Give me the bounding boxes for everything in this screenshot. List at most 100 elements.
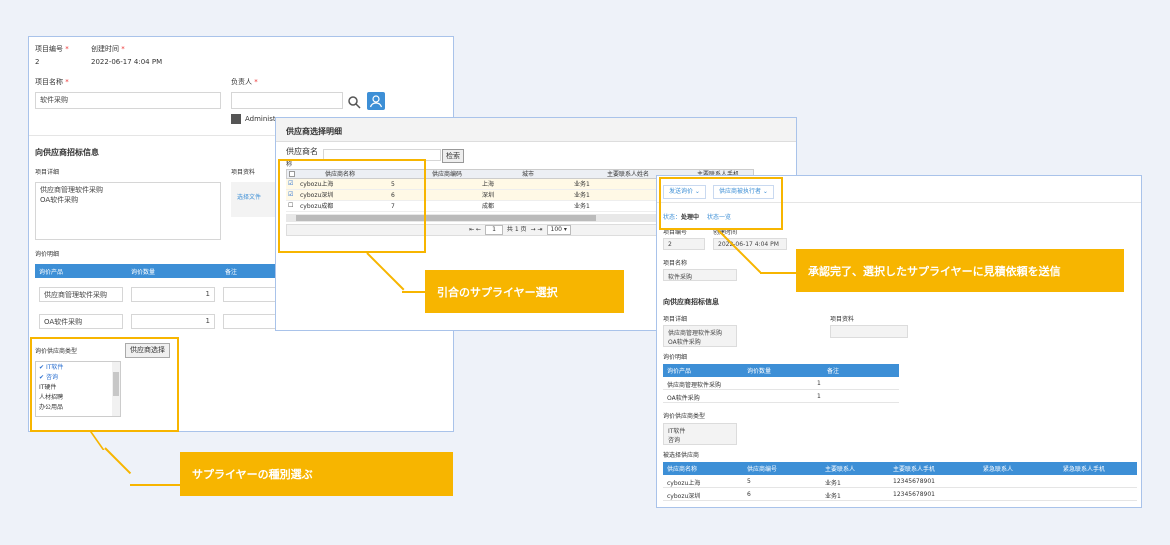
supplier-name-label: 供应商名: [286, 147, 318, 156]
first-page-icon[interactable]: ⇤ ←: [469, 226, 481, 234]
project-name-label: 项目名称: [663, 260, 688, 267]
quote-product: 供应商管理软件采购: [667, 382, 722, 389]
next-page-icon[interactable]: → ⇥: [531, 226, 543, 234]
detail-line-2: OA软件采购: [668, 339, 701, 346]
sel-contact: 业务1: [825, 493, 841, 500]
col-code: 供应商编码: [432, 171, 463, 178]
page-size-select[interactable]: 100 ▾: [546, 225, 571, 235]
detail-line-2: OA软件采购: [40, 196, 79, 204]
sel-col-emergency-phone: 紧急联系人手机: [1063, 466, 1106, 473]
row-city: 上海: [482, 181, 495, 188]
section-title: 向供应商招标信息: [35, 148, 99, 157]
detail-label: 项目详细: [663, 316, 688, 323]
connector-line-3b: [760, 272, 796, 274]
user-icon: [369, 95, 383, 108]
selected-row: cybozu上海 5 业务1 12345678901: [663, 476, 1137, 488]
th-qty: 询价数量: [131, 268, 156, 276]
page-count: 共 1 页: [506, 226, 527, 234]
sel-col-contact: 主要联系人: [825, 466, 856, 473]
dialog-title: 供应商选择明细: [286, 127, 342, 136]
sel-col-emergency: 紧急联系人: [983, 466, 1014, 473]
highlight-send-button: [659, 177, 783, 230]
selected-table-header: 供应商名称 供应商编号 主要联系人 主要联系人手机 紧急联系人 紧急联系人手机: [663, 462, 1137, 475]
connector-line-1a: [90, 432, 105, 450]
search-icon[interactable]: [347, 94, 361, 109]
quote-product-1[interactable]: 供应商管理软件采购: [39, 287, 123, 302]
sel-phone: 12345678901: [893, 478, 935, 485]
col-city: 城市: [522, 171, 535, 178]
owner-label: 负责人 *: [231, 78, 258, 86]
project-name-value: 软件采购: [663, 269, 737, 281]
user-picker-button[interactable]: [367, 92, 385, 110]
project-no-label: 项目编号 *: [35, 45, 69, 53]
row-city: 成都: [482, 203, 495, 210]
row-contact: 业务1: [574, 203, 590, 210]
admin-avatar-icon: [231, 114, 241, 124]
quote-qty-1[interactable]: 1: [131, 287, 215, 302]
detail-line-1: 供应商管理软件采购: [668, 330, 723, 337]
row-contact: 业务1: [574, 181, 590, 188]
detail-label: 项目详细: [35, 169, 60, 176]
resource-label: 项目资料: [830, 316, 855, 323]
quote-label: 询价明细: [663, 354, 688, 361]
callout-send-request: 承認完了、選択したサプライヤーに見積依頼を送信: [796, 249, 1124, 292]
quote-note-1[interactable]: [223, 287, 283, 302]
page-input[interactable]: 1: [485, 225, 503, 235]
quote-note-2[interactable]: [223, 314, 283, 329]
quote-label: 询价明细: [35, 251, 60, 258]
th-note: 备注: [827, 368, 840, 375]
owner-input[interactable]: [231, 92, 343, 109]
detail-line-1: 供应商管理软件采购: [40, 186, 103, 194]
th-product: 询价产品: [39, 268, 64, 276]
resource-value: [830, 325, 908, 338]
created-time-label: 创建时间 *: [91, 45, 125, 53]
project-no-value: 2: [663, 238, 705, 250]
project-no-label: 项目编号: [663, 229, 688, 236]
quote-row: OA软件采购 1: [663, 391, 899, 403]
sel-code: 6: [747, 491, 751, 498]
project-name-input[interactable]: 软件采购: [35, 92, 221, 109]
sel-col-name: 供应商名称: [667, 466, 698, 473]
quote-qty: 1: [817, 380, 821, 387]
connector-line-2b: [402, 291, 425, 293]
sel-contact: 业务1: [825, 480, 841, 487]
highlight-supplier-type: [30, 337, 179, 432]
sel-name: cybozu上海: [667, 480, 701, 487]
project-name-label: 项目名称 *: [35, 78, 69, 86]
th-qty: 询价数量: [747, 368, 772, 375]
quote-product-2[interactable]: OA软件采购: [39, 314, 123, 329]
row-city: 深圳: [482, 192, 495, 199]
quote-table-header: 询价产品 询价数量 备注: [663, 364, 899, 377]
supplier-type-value: IT软件 咨询: [663, 423, 737, 445]
supplier-type-label: 询价供应商类型: [663, 413, 706, 420]
sel-name: cybozu深圳: [667, 493, 701, 500]
detail-value: 供应商管理软件采购 OA软件采购: [663, 325, 737, 347]
quote-table-header: 询价产品 询价数量 备注: [35, 264, 285, 278]
quote-qty-2[interactable]: 1: [131, 314, 215, 329]
row-contact: 业务1: [574, 192, 590, 199]
th-product: 询价产品: [667, 368, 692, 375]
highlight-supplier-select: [278, 159, 426, 253]
type-line-2: 咨询: [668, 437, 681, 444]
col-contact: 主要联系人姓名: [607, 171, 650, 178]
selected-row: cybozu深圳 6 业务1 12345678901: [663, 489, 1137, 501]
dialog-titlebar: [276, 118, 796, 142]
type-line-1: IT软件: [668, 428, 686, 435]
created-time-value: 2022-06-17 4:04 PM: [713, 238, 787, 250]
selected-suppliers-label: 被选择供应商: [663, 452, 700, 459]
callout-supplier-type: サプライヤーの種別選ぶ: [180, 452, 453, 496]
resource-label: 项目资料: [231, 169, 256, 176]
callout-supplier-select: 引合のサプライヤー選択: [425, 270, 624, 313]
quote-row: 供应商管理软件采购 1: [663, 378, 899, 390]
owner-value: Administ: [245, 115, 276, 123]
section-title: 向供应商招标信息: [663, 298, 719, 306]
project-no-value: 2: [35, 58, 40, 66]
created-time-value: 2022-06-17 4:04 PM: [91, 58, 163, 66]
search-button[interactable]: 检索: [442, 149, 464, 163]
quote-qty: 1: [817, 393, 821, 400]
sel-col-code: 供应商编号: [747, 466, 778, 473]
th-note: 备注: [225, 268, 238, 276]
sel-col-phone: 主要联系人手机: [893, 466, 936, 473]
quote-product: OA软件采购: [667, 395, 700, 402]
detail-textarea[interactable]: 供应商管理软件采购 OA软件采购: [35, 182, 221, 240]
